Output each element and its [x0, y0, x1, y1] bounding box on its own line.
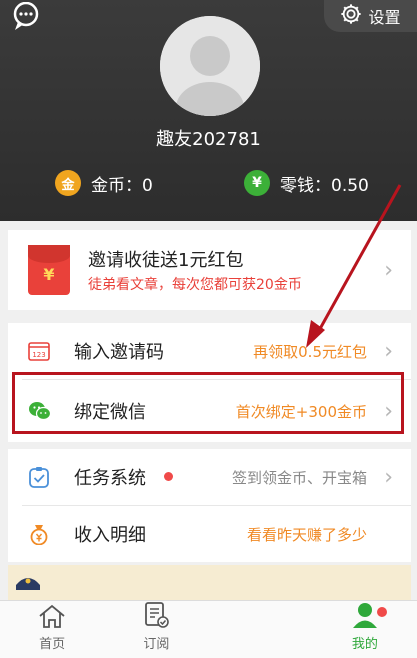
tab-mine[interactable]: 我的	[313, 601, 417, 658]
invite-code-label: 输入邀请码	[74, 342, 164, 363]
bind-wechat-hint: 首次绑定+300金币	[235, 402, 367, 421]
red-envelope-icon: ¥	[28, 245, 70, 295]
wechat-icon	[28, 400, 52, 422]
task-system-label: 任务系统	[74, 468, 146, 489]
task-checklist-icon	[28, 466, 50, 488]
gear-icon	[340, 3, 362, 29]
money-bag-icon	[28, 523, 50, 546]
earnings-card: 任务系统 签到领金币、开宝箱 › 收入明细 看看昨天赚了多少	[8, 449, 411, 562]
yuan-icon: ¥	[244, 170, 270, 196]
home-icon	[39, 604, 65, 628]
notification-dot	[377, 607, 387, 617]
invite-code-hint: 再领取0.5元红包	[253, 342, 367, 361]
task-system-row[interactable]: 任务系统 签到领金币、开宝箱 ›	[8, 449, 411, 505]
police-badge-icon	[16, 578, 40, 590]
chevron-right-icon: ›	[384, 338, 393, 364]
profile-header: 设置 趣友202781 金 金币：0 ¥ 零钱：0.50	[0, 0, 417, 221]
invite-code-row[interactable]: 123 输入邀请码 再领取0.5元红包 ›	[8, 323, 411, 379]
notification-dot	[164, 472, 173, 481]
tab-subscribe[interactable]: 订阅	[104, 601, 208, 658]
account-card: 123 输入邀请码 再领取0.5元红包 › 绑定微信 首次绑定+300金币 ›	[8, 323, 411, 442]
username: 趣友202781	[156, 129, 261, 150]
user-profile-icon	[352, 603, 377, 628]
coins-label: 金币：0	[91, 175, 153, 196]
task-system-hint: 签到领金币、开宝箱	[231, 468, 367, 487]
promo-banner[interactable]	[8, 565, 411, 605]
settings-label: 设置	[368, 8, 401, 27]
chevron-right-icon: ›	[384, 398, 393, 424]
change-stat[interactable]: ¥ 零钱：0.50	[244, 170, 369, 196]
invite-subtitle: 徒弟看文章，每次您都可获20金币	[88, 277, 302, 293]
invite-card[interactable]: ¥ 邀请收徒送1元红包 徒弟看文章，每次您都可获20金币 ›	[8, 230, 411, 310]
bind-wechat-row[interactable]: 绑定微信 首次绑定+300金币 ›	[8, 380, 411, 442]
message-icon[interactable]	[12, 1, 46, 32]
bind-wechat-label: 绑定微信	[74, 402, 146, 423]
document-check-icon	[145, 602, 170, 628]
avatar[interactable]	[160, 16, 260, 116]
change-label: 零钱：0.50	[280, 175, 369, 196]
chevron-right-icon: ›	[384, 464, 393, 490]
income-detail-hint: 看看昨天赚了多少	[246, 525, 367, 544]
svg-text:123: 123	[32, 351, 45, 359]
tab-home[interactable]: 首页	[0, 601, 104, 658]
coins-stat[interactable]: 金 金币：0	[55, 170, 153, 196]
coin-icon: 金	[55, 170, 81, 196]
tab-middle[interactable]	[209, 601, 313, 658]
bottom-tab-bar: 首页 订阅 我的	[0, 600, 417, 658]
keypad-123-icon: 123	[28, 340, 50, 362]
invite-title: 邀请收徒送1元红包	[88, 250, 244, 271]
income-detail-label: 收入明细	[74, 525, 146, 546]
invite-row[interactable]: ¥ 邀请收徒送1元红包 徒弟看文章，每次您都可获20金币 ›	[8, 230, 411, 310]
chevron-right-icon: ›	[384, 257, 393, 283]
income-detail-row[interactable]: 收入明细 看看昨天赚了多少	[8, 506, 411, 562]
settings-button[interactable]: 设置	[324, 0, 417, 32]
